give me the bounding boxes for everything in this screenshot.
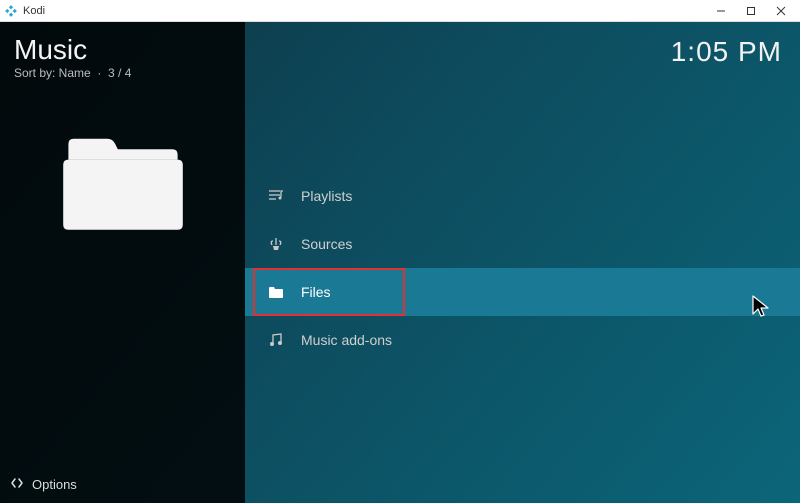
music-note-icon (267, 331, 285, 349)
menu-item-sources[interactable]: Sources (245, 220, 800, 268)
playlist-icon (267, 187, 285, 205)
menu-item-label: Sources (301, 236, 352, 252)
item-position: 3 / 4 (108, 66, 131, 80)
menu-item-label: Files (301, 284, 331, 300)
content-area: 1:05 PM Playlists Sources Files (245, 22, 800, 503)
kodi-icon (4, 4, 18, 18)
menu-item-files[interactable]: Files (245, 268, 800, 316)
options-arrows-icon (10, 476, 24, 493)
close-button[interactable] (766, 1, 796, 21)
menu-item-playlists[interactable]: Playlists (245, 172, 800, 220)
minimize-button[interactable] (706, 1, 736, 21)
footer: Options (0, 466, 245, 503)
section-title: Music (14, 36, 231, 64)
menu-item-label: Playlists (301, 188, 352, 204)
window-controls (706, 1, 796, 21)
sort-label: Sort by: Name (14, 66, 91, 80)
window-title: Kodi (23, 5, 706, 17)
sidebar-header: Music Sort by: Name · 3 / 4 (0, 36, 245, 88)
options-button[interactable]: Options (32, 477, 77, 492)
sources-icon (267, 235, 285, 253)
folder-large-icon (58, 128, 188, 238)
sidebar-artwork (0, 88, 245, 238)
menu-item-label: Music add-ons (301, 332, 392, 348)
maximize-button[interactable] (736, 1, 766, 21)
app-window: Music Sort by: Name · 3 / 4 Options 1:05… (0, 22, 800, 503)
window-titlebar: Kodi (0, 0, 800, 22)
sort-info: Sort by: Name · 3 / 4 (14, 66, 231, 80)
clock: 1:05 PM (671, 36, 782, 68)
menu-list: Playlists Sources Files Music add-ons (245, 172, 800, 364)
folder-icon (267, 283, 285, 301)
menu-item-music-addons[interactable]: Music add-ons (245, 316, 800, 364)
sidebar: Music Sort by: Name · 3 / 4 Options (0, 22, 245, 503)
